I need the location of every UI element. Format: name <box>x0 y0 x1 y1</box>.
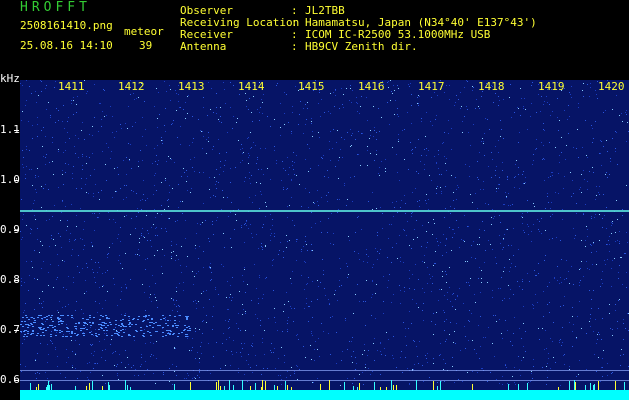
x-tick-label: 1415 <box>298 80 325 93</box>
info-row-observer: Observer : JL2TBB <box>0 4 629 17</box>
info-row-receiver: Receiver : ICOM IC-R2500 53.1000MHz USB <box>0 28 629 41</box>
x-tick-label: 1412 <box>118 80 145 93</box>
x-tick-label: 1418 <box>478 80 505 93</box>
info-row-antenna: Antenna : HB9CV Zenith dir. <box>0 40 629 53</box>
x-tick-label: 1416 <box>358 80 385 93</box>
hrofft-window: HROFFT 2508161410.png 25.08.16 14:10 met… <box>0 0 629 400</box>
info-colon: : <box>291 40 298 53</box>
x-tick-label: 1413 <box>178 80 205 93</box>
info-row-location: Receiving Location : Hamamatsu, Japan (N… <box>0 16 629 29</box>
x-tick-label: 1414 <box>238 80 265 93</box>
spectrogram-plot <box>20 80 629 400</box>
y-tick-mark <box>14 380 19 381</box>
y-tick-mark <box>14 280 19 281</box>
spectrogram-canvas <box>20 80 629 400</box>
x-tick-label: 1420 <box>598 80 625 93</box>
y-tick-mark <box>14 330 19 331</box>
info-value: HB9CV Zenith dir. <box>305 40 418 53</box>
y-tick-mark <box>14 130 19 131</box>
x-tick-label: 1411 <box>58 80 85 93</box>
x-tick-label: 1417 <box>418 80 445 93</box>
y-tick-mark <box>14 180 19 181</box>
info-label: Antenna <box>180 40 227 53</box>
y-axis-unit: kHz <box>0 72 20 85</box>
x-tick-label: 1419 <box>538 80 565 93</box>
y-tick-mark <box>14 230 19 231</box>
